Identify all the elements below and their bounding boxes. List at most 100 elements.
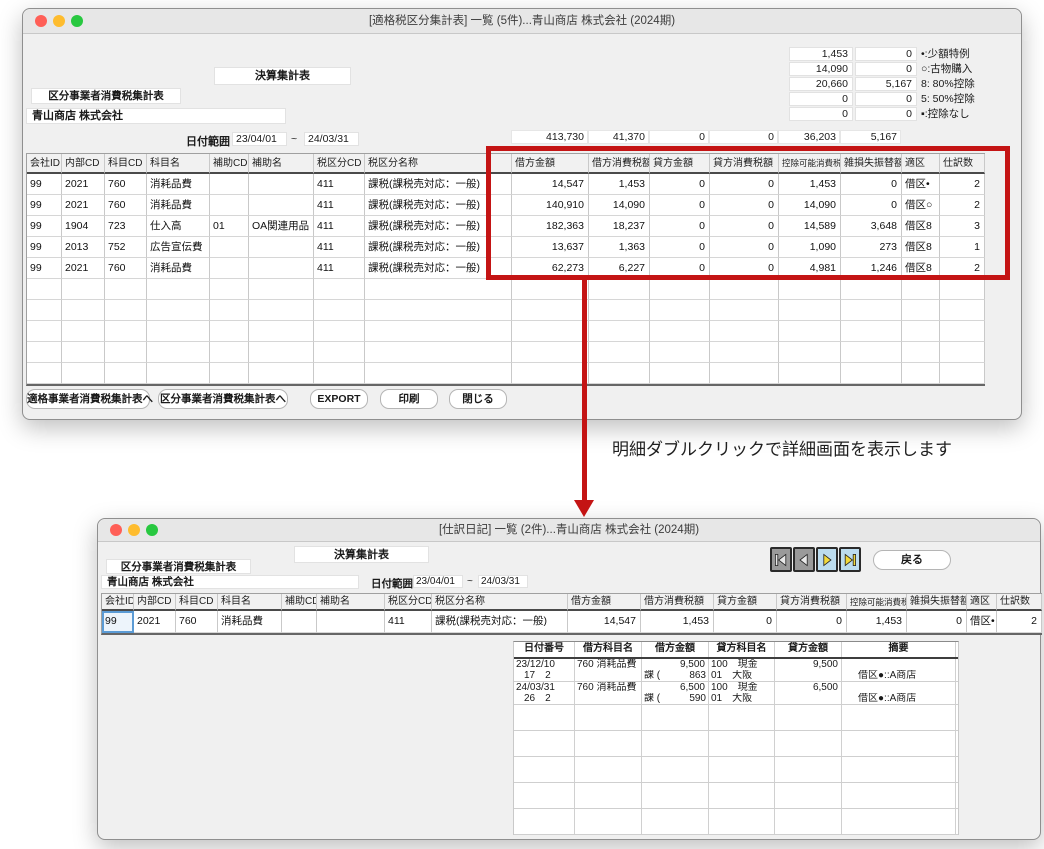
cell (779, 321, 841, 342)
cell (841, 300, 902, 321)
cell (147, 363, 210, 384)
legend-value: 1,453 (789, 47, 853, 61)
legend-value: 14,090 (789, 62, 853, 76)
close-button[interactable] (110, 524, 122, 536)
cell (514, 809, 575, 834)
column-header: 貸方金額 (775, 642, 842, 657)
export-button[interactable]: EXPORT (310, 389, 368, 409)
column-header: 税区分CD (385, 594, 432, 611)
skip-to-first-icon (773, 552, 789, 568)
cell (775, 809, 842, 834)
journal-detail-table: 日付番号 借方科目名 借方金額 貸方科目名 貸方金額 摘要 23/12/10 1… (513, 641, 959, 835)
cell (249, 174, 314, 195)
cell (709, 731, 775, 756)
table-row[interactable]: 992021760消耗品費411課税(課税売対応：一般)14,5471,4530… (102, 611, 1042, 633)
to-category-business-summary-button[interactable]: 区分事業者消費税集計表へ (158, 389, 288, 409)
cell (841, 279, 902, 300)
legend-label: 8: 80%控除 (921, 77, 1031, 91)
legend-label: ○:古物購入 (921, 62, 1031, 76)
to-qualified-business-summary-button[interactable]: 適格事業者消費税集計表へ (26, 389, 150, 409)
cell (940, 321, 985, 342)
credit-account: 100 現金 (711, 659, 772, 670)
column-header: 会社ID (27, 154, 62, 174)
column-header: 日付番号 (514, 642, 575, 657)
cell (514, 783, 575, 808)
cell (775, 705, 842, 730)
entry-date: 24/03/31 (516, 682, 572, 693)
nav-next-button[interactable] (816, 547, 838, 572)
column-header: 貸方科目名 (709, 642, 775, 657)
minimize-button[interactable] (53, 15, 65, 27)
tax-prefix: 課 ( (644, 670, 660, 681)
cell (589, 342, 650, 363)
close-window-button[interactable]: 閉じる (449, 389, 507, 409)
memo-cell: 借区●::A商店 (842, 659, 956, 681)
cell (940, 300, 985, 321)
zoom-button[interactable] (146, 524, 158, 536)
cell (589, 279, 650, 300)
date-range-label: 日付範囲 (186, 133, 230, 149)
legend-label: ▪:控除なし (921, 107, 1031, 121)
cell (779, 342, 841, 363)
cell (842, 783, 956, 808)
date-range-tilde: ~ (291, 133, 297, 145)
cell: 99 (27, 174, 62, 195)
journal-summary-table: 会社ID内部CD科目CD科目名補助CD補助名税区分CD税区分名称借方金額借方消費… (101, 593, 1042, 635)
journal-detail-row[interactable]: 23/12/10 17 2 760 消耗品費 9,500 課 ( 863 100… (514, 659, 958, 682)
cell (575, 783, 642, 808)
column-header: 内部CD (62, 154, 105, 174)
column-header: 補助CD (282, 594, 317, 611)
cell (314, 300, 365, 321)
empty-detail-row (514, 783, 958, 809)
cell (902, 279, 940, 300)
journal-detail-row[interactable]: 24/03/31 26 2 760 消耗品費 6,500 課 ( 590 100… (514, 682, 958, 705)
annotation-text: 明細ダブルクリックで詳細画面を表示します (612, 435, 952, 460)
column-header: 科目名 (218, 594, 282, 611)
nav-last-button[interactable] (839, 547, 861, 572)
column-header: 補助名 (249, 154, 314, 174)
cell (940, 279, 985, 300)
cell: 99 (27, 195, 62, 216)
nav-previous-button[interactable] (793, 547, 815, 572)
cell: 消耗品費 (147, 258, 210, 279)
cell (147, 342, 210, 363)
total-debit-amount: 413,730 (511, 130, 588, 144)
empty-table-row (27, 321, 985, 342)
nav-first-button[interactable] (770, 547, 792, 572)
date-number-cell: 23/12/10 17 2 (514, 659, 575, 681)
cell (642, 783, 709, 808)
cell (62, 321, 105, 342)
cell (514, 757, 575, 782)
total-credit-amount: 0 (649, 130, 709, 144)
cell (642, 731, 709, 756)
cell (249, 342, 314, 363)
cell: 411 (314, 258, 365, 279)
window-title: [適格税区分集計表] 一覧 (5件)...青山商店 株式会社 (2024期) (93, 9, 951, 33)
cell (779, 300, 841, 321)
empty-detail-row (514, 757, 958, 783)
cell (210, 279, 249, 300)
cell (642, 809, 709, 834)
print-button[interactable]: 印刷 (380, 389, 438, 409)
minimize-button[interactable] (128, 524, 140, 536)
cell (514, 731, 575, 756)
cell (650, 342, 710, 363)
column-header: 摘要 (842, 642, 956, 657)
total-deductible-tax: 36,203 (778, 130, 840, 144)
cell (775, 757, 842, 782)
cell (779, 363, 841, 384)
column-header: 税区分CD (314, 154, 365, 174)
cell (650, 321, 710, 342)
cell (710, 363, 779, 384)
cell (62, 279, 105, 300)
cell (314, 321, 365, 342)
zoom-button[interactable] (71, 15, 83, 27)
cell: 760 (105, 174, 147, 195)
back-button[interactable]: 戻る (873, 550, 951, 570)
close-button[interactable] (35, 15, 47, 27)
cell: 99 (27, 237, 62, 258)
cell (842, 731, 956, 756)
company-name-field: 青山商店 株式会社 (26, 108, 286, 124)
date-range-tilde: ~ (467, 576, 473, 587)
cell (249, 300, 314, 321)
